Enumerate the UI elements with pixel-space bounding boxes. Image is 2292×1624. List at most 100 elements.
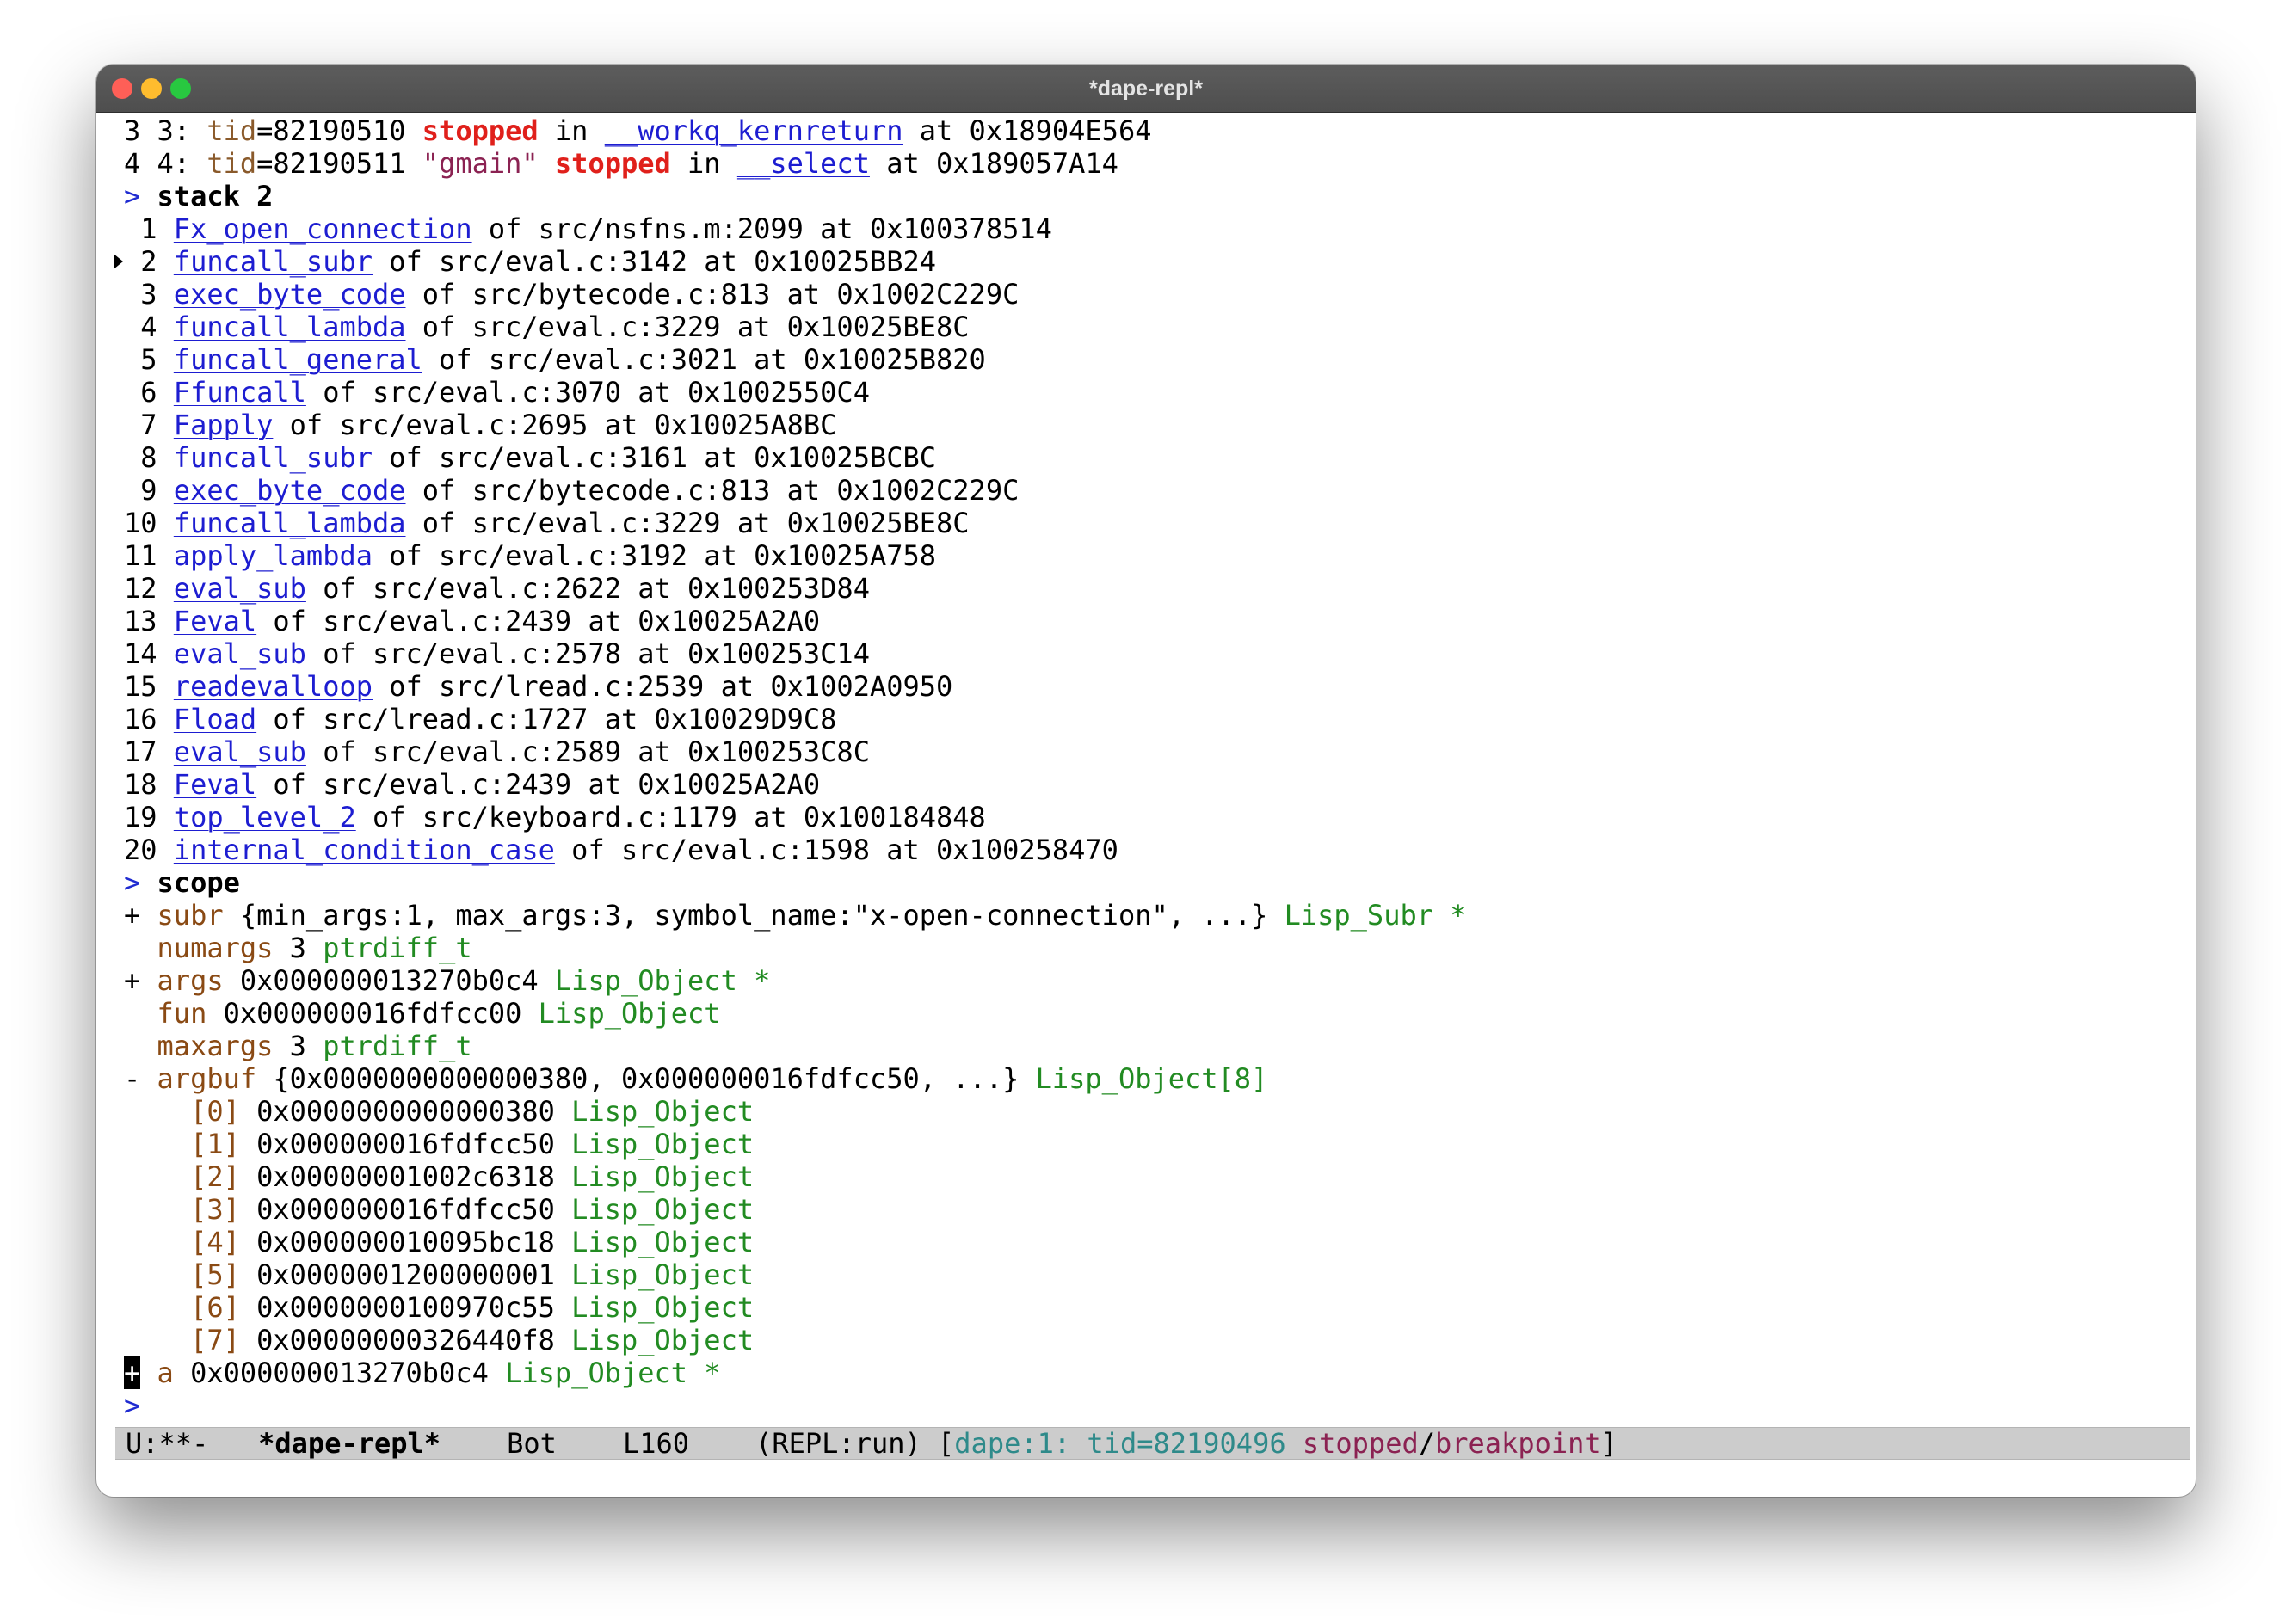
scope-variable[interactable]: + a 0x000000013270b0c4 Lisp_Object * bbox=[114, 1356, 2196, 1389]
frame-location: of src/eval.c:1598 at 0x100258470 bbox=[571, 834, 1118, 866]
stack-frame[interactable]: 6 Ffuncall of src/eval.c:3070 at 0x10025… bbox=[114, 376, 2196, 409]
variable-type: Lisp_Object bbox=[571, 1095, 755, 1128]
thread-line[interactable]: 4 4: tid=82190511 "gmain" stopped in __s… bbox=[114, 147, 2196, 180]
variable-type: Lisp_Object bbox=[571, 1193, 755, 1226]
scope-variable[interactable]: numargs 3 ptrdiff_t bbox=[114, 932, 2196, 964]
frame-function-link[interactable]: Feval bbox=[174, 605, 256, 637]
stack-frame[interactable]: 10 funcall_lambda of src/eval.c:3229 at … bbox=[114, 507, 2196, 539]
thread-label: 4: bbox=[157, 147, 191, 180]
thread-function-link[interactable]: __workq_kernreturn bbox=[605, 114, 903, 147]
variable-type: Lisp_Object[8] bbox=[1035, 1062, 1268, 1095]
scope-variable[interactable]: fun 0x000000016fdfcc00 Lisp_Object bbox=[114, 997, 2196, 1030]
frame-function-link[interactable]: funcall_lambda bbox=[174, 311, 406, 343]
argbuf-entry[interactable]: [2] 0x00000001002c6318 Lisp_Object bbox=[114, 1160, 2196, 1193]
thread-line[interactable]: 3 3: tid=82190510 stopped in __workq_ker… bbox=[114, 114, 2196, 147]
frame-number: 19 bbox=[124, 801, 157, 834]
argbuf-entry[interactable]: [6] 0x0000000100970c55 Lisp_Object bbox=[114, 1291, 2196, 1324]
frame-function-link[interactable]: funcall_general bbox=[174, 343, 422, 376]
argbuf-entry[interactable]: [7] 0x00000000326440f8 Lisp_Object bbox=[114, 1324, 2196, 1356]
modeline-mode: (REPL:run) bbox=[755, 1427, 921, 1460]
argbuf-entry[interactable]: [3] 0x000000016fdfcc50 Lisp_Object bbox=[114, 1193, 2196, 1226]
variable-value: 0x0000000100970c55 bbox=[239, 1291, 572, 1324]
argbuf-entry[interactable]: [4] 0x000000010095bc18 Lisp_Object bbox=[114, 1226, 2196, 1258]
expand-toggle[interactable]: - bbox=[124, 1062, 140, 1095]
frame-function-link[interactable]: readevalloop bbox=[174, 670, 373, 703]
frame-function-link[interactable]: funcall_subr bbox=[174, 245, 373, 278]
variable-type: Lisp_Object bbox=[571, 1128, 755, 1160]
variable-type: Lisp_Object bbox=[571, 1226, 755, 1258]
stack-frame[interactable]: 5 funcall_general of src/eval.c:3021 at … bbox=[114, 343, 2196, 376]
frame-function-link[interactable]: apply_lambda bbox=[174, 539, 373, 572]
variable-type: Lisp_Object bbox=[571, 1291, 755, 1324]
stack-frame[interactable]: 16 Fload of src/lread.c:1727 at 0x10029D… bbox=[114, 703, 2196, 735]
stack-frame[interactable]: 14 eval_sub of src/eval.c:2578 at 0x1002… bbox=[114, 637, 2196, 670]
frame-function-link[interactable]: eval_sub bbox=[174, 735, 306, 768]
frame-function-link[interactable]: Feval bbox=[174, 768, 256, 801]
scope-variable[interactable]: + args 0x000000013270b0c4 Lisp_Object * bbox=[114, 964, 2196, 997]
stack-frame[interactable]: 1 Fx_open_connection of src/nsfns.m:2099… bbox=[114, 212, 2196, 245]
frame-number: 11 bbox=[124, 539, 157, 572]
stack-frame[interactable]: 9 exec_byte_code of src/bytecode.c:813 a… bbox=[114, 474, 2196, 507]
frame-number: 10 bbox=[124, 507, 157, 539]
frame-number: 15 bbox=[124, 670, 157, 703]
stack-frame[interactable]: 17 eval_sub of src/eval.c:2589 at 0x1002… bbox=[114, 735, 2196, 768]
frame-function-link[interactable]: internal_condition_case bbox=[174, 834, 555, 866]
frame-function-link[interactable]: exec_byte_code bbox=[174, 474, 406, 507]
frame-function-link[interactable]: Fload bbox=[174, 703, 256, 735]
stack-frame[interactable]: 2 funcall_subr of src/eval.c:3142 at 0x1… bbox=[114, 245, 2196, 278]
window-title: *dape-repl* bbox=[1089, 77, 1203, 101]
array-index: [4] bbox=[190, 1226, 240, 1258]
stack-frame[interactable]: 11 apply_lambda of src/eval.c:3192 at 0x… bbox=[114, 539, 2196, 572]
thread-name: "gmain" bbox=[422, 147, 539, 180]
frame-function-link[interactable]: top_level_2 bbox=[174, 801, 356, 834]
repl-input-line[interactable]: > bbox=[114, 1389, 2196, 1422]
frame-location: of src/eval.c:3021 at 0x10025B820 bbox=[439, 343, 986, 376]
frame-number: 9 bbox=[124, 474, 157, 507]
argbuf-entry[interactable]: [1] 0x000000016fdfcc50 Lisp_Object bbox=[114, 1128, 2196, 1160]
array-index: [6] bbox=[190, 1291, 240, 1324]
expand-toggle[interactable]: + bbox=[124, 964, 140, 997]
frame-number: 13 bbox=[124, 605, 157, 637]
stack-frame[interactable]: 3 exec_byte_code of src/bytecode.c:813 a… bbox=[114, 278, 2196, 311]
modeline-state: stopped bbox=[1302, 1427, 1419, 1460]
frame-function-link[interactable]: exec_byte_code bbox=[174, 278, 406, 311]
scope-variable[interactable]: - argbuf {0x0000000000000380, 0x00000001… bbox=[114, 1062, 2196, 1095]
frame-number: 1 bbox=[124, 212, 157, 245]
frame-location: of src/bytecode.c:813 at 0x1002C229C bbox=[422, 278, 1020, 311]
expand-toggle[interactable]: + bbox=[124, 1356, 141, 1389]
frame-location: of src/eval.c:2622 at 0x100253D84 bbox=[323, 572, 870, 605]
thread-function-link[interactable]: __select bbox=[737, 147, 870, 180]
stack-frame[interactable]: 15 readevalloop of src/lread.c:2539 at 0… bbox=[114, 670, 2196, 703]
stack-frame[interactable]: 4 funcall_lambda of src/eval.c:3229 at 0… bbox=[114, 311, 2196, 343]
stack-frame[interactable]: 7 Fapply of src/eval.c:2695 at 0x10025A8… bbox=[114, 409, 2196, 441]
stack-frame[interactable]: 19 top_level_2 of src/keyboard.c:1179 at… bbox=[114, 801, 2196, 834]
array-index: [7] bbox=[190, 1324, 240, 1356]
thread-state: stopped bbox=[554, 147, 671, 180]
frame-function-link[interactable]: Ffuncall bbox=[174, 376, 306, 409]
stack-frame[interactable]: 13 Feval of src/eval.c:2439 at 0x10025A2… bbox=[114, 605, 2196, 637]
frame-function-link[interactable]: eval_sub bbox=[174, 637, 306, 670]
stack-frame[interactable]: 20 internal_condition_case of src/eval.c… bbox=[114, 834, 2196, 866]
argbuf-entry[interactable]: [5] 0x0000001200000001 Lisp_Object bbox=[114, 1258, 2196, 1291]
variable-type: Lisp_Object bbox=[571, 1324, 755, 1356]
stack-frame[interactable]: 8 funcall_subr of src/eval.c:3161 at 0x1… bbox=[114, 441, 2196, 474]
frame-number: 5 bbox=[124, 343, 157, 376]
repl-buffer[interactable]: 3 3: tid=82190510 stopped in __workq_ker… bbox=[114, 114, 2196, 1422]
frame-function-link[interactable]: eval_sub bbox=[174, 572, 306, 605]
title-bar: *dape-repl* bbox=[96, 65, 2196, 113]
expand-toggle[interactable]: + bbox=[124, 899, 140, 932]
repl-prompt: > bbox=[124, 180, 141, 212]
frame-function-link[interactable]: Fx_open_connection bbox=[174, 212, 472, 245]
stack-frame[interactable]: 18 Feval of src/eval.c:2439 at 0x10025A2… bbox=[114, 768, 2196, 801]
scope-variable[interactable]: + subr {min_args:1, max_args:3, symbol_n… bbox=[114, 899, 2196, 932]
frame-function-link[interactable]: funcall_subr bbox=[174, 441, 373, 474]
argbuf-entry[interactable]: [0] 0x0000000000000380 Lisp_Object bbox=[114, 1095, 2196, 1128]
frame-function-link[interactable]: Fapply bbox=[174, 409, 274, 441]
stack-frame[interactable]: 12 eval_sub of src/eval.c:2622 at 0x1002… bbox=[114, 572, 2196, 605]
frame-function-link[interactable]: funcall_lambda bbox=[174, 507, 406, 539]
scope-variable[interactable]: maxargs 3 ptrdiff_t bbox=[114, 1030, 2196, 1062]
frame-number: 8 bbox=[124, 441, 157, 474]
variable-value: 3 bbox=[273, 1030, 323, 1062]
variable-value: 0x000000016fdfcc50 bbox=[239, 1128, 572, 1160]
variable-name: numargs bbox=[157, 932, 274, 964]
